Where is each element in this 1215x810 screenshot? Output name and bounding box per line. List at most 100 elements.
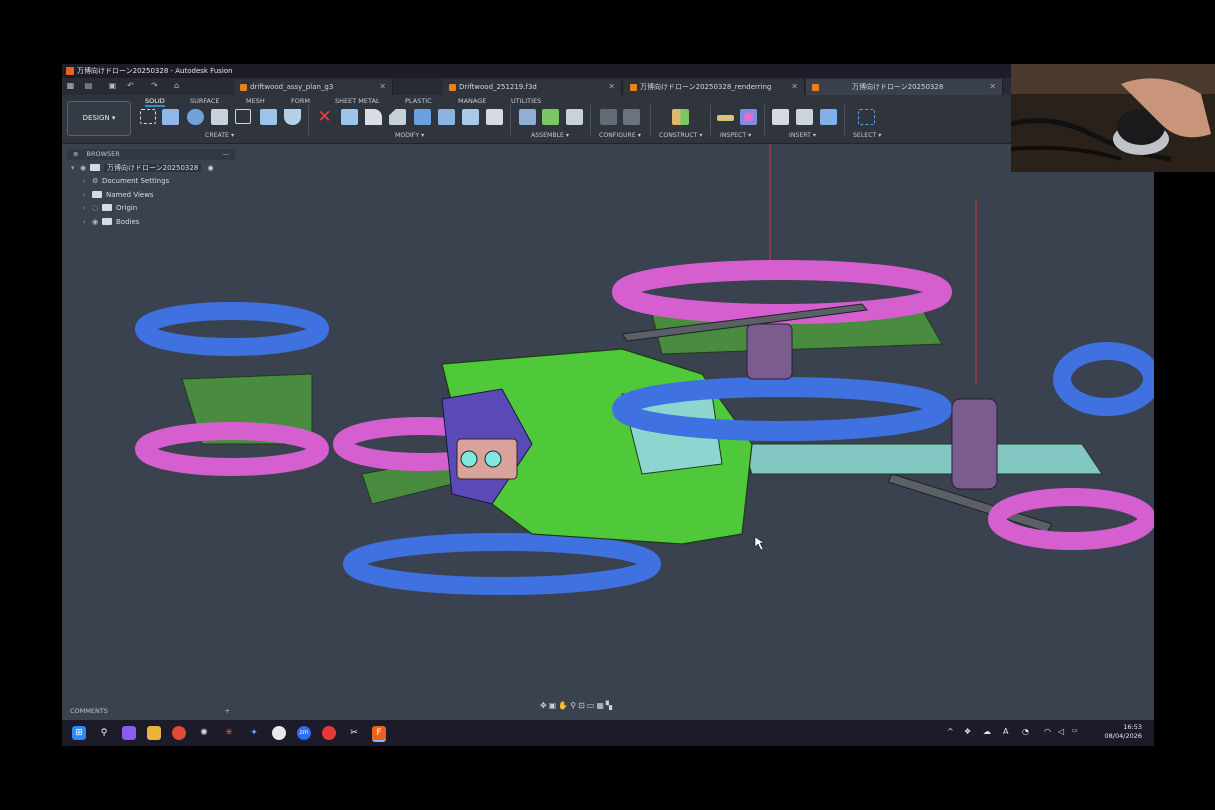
volume-icon[interactable]: ◁	[1058, 727, 1064, 736]
tab-sheet-metal[interactable]: SHEET METAL	[335, 97, 380, 105]
file-menu-icon[interactable]: ▤	[84, 81, 93, 90]
clock-app-icon[interactable]: ◔	[1022, 727, 1029, 736]
dropbox-icon[interactable]: ❖	[964, 727, 971, 736]
pattern-icon[interactable]	[235, 109, 251, 124]
model-viewport[interactable]	[62, 144, 1154, 704]
box-icon[interactable]	[211, 109, 228, 125]
capcut-icon[interactable]: ✂	[347, 726, 361, 740]
combine-icon[interactable]	[260, 109, 277, 125]
shell-modify-icon[interactable]	[414, 109, 431, 125]
select-icon[interactable]	[858, 109, 875, 125]
press-pull-icon[interactable]	[341, 109, 358, 125]
tray-overflow-icon[interactable]: ^	[947, 727, 954, 736]
active-radio-icon[interactable]: ◉	[208, 164, 214, 172]
expand-arrow-icon[interactable]: ›	[83, 191, 92, 199]
configure-table-icon[interactable]	[623, 109, 640, 125]
file-explorer-icon[interactable]	[147, 726, 161, 740]
doc-tab-0[interactable]: driftwood_assy_plan_g3 ✕	[234, 79, 393, 95]
insert-svg-icon[interactable]	[796, 109, 813, 125]
visibility-eye-icon[interactable]: ◉	[92, 218, 102, 226]
group-create[interactable]: CREATE ▾	[205, 132, 234, 139]
copilot-icon[interactable]	[122, 726, 136, 740]
slack-icon[interactable]	[272, 726, 286, 740]
browser-root[interactable]: ▾ ◉ 万博向けドローン20250328 ◉	[71, 163, 214, 173]
pan-icon[interactable]: ✋	[558, 701, 570, 710]
viewports-icon[interactable]: ▚	[606, 701, 614, 710]
home-icon[interactable]: ⌂	[172, 81, 181, 90]
create-sketch-icon[interactable]	[140, 109, 156, 124]
move-copy-icon[interactable]	[462, 109, 479, 125]
save-icon[interactable]: ▣	[108, 81, 117, 90]
workspace-switcher[interactable]: DESIGN ▾	[67, 101, 131, 136]
look-at-icon[interactable]: ▣	[549, 701, 559, 710]
display-settings-icon[interactable]: ▭	[587, 701, 597, 710]
configure-icon[interactable]	[600, 109, 617, 125]
inspect-analysis-icon[interactable]	[740, 109, 757, 125]
tab-utilities[interactable]: UTILITIES	[511, 97, 541, 105]
close-tab-icon[interactable]: ✕	[989, 79, 996, 95]
expand-arrow-icon[interactable]: ›	[83, 177, 92, 185]
visibility-eye-icon[interactable]: ◉	[80, 164, 90, 172]
browser-item-document-settings[interactable]: › ⚙ Document Settings	[83, 177, 169, 185]
tab-plastic[interactable]: PLASTIC	[405, 97, 432, 105]
joint-icon[interactable]	[542, 109, 559, 125]
comments-panel[interactable]: COMMENTS +	[70, 704, 232, 718]
expand-arrow-icon[interactable]: ▾	[71, 164, 80, 172]
undo-icon[interactable]: ↶	[126, 81, 135, 90]
close-tab-icon[interactable]: ✕	[608, 79, 615, 95]
browser-panel-header[interactable]: ⊕ BROWSER —	[67, 149, 235, 160]
construct-plane-icon[interactable]	[672, 109, 689, 125]
font-icon[interactable]: A	[1003, 727, 1008, 736]
group-assemble[interactable]: ASSEMBLE ▾	[531, 132, 569, 139]
gemini-icon[interactable]: ✦	[247, 726, 261, 740]
group-select[interactable]: SELECT ▾	[853, 132, 881, 139]
delete-icon[interactable]: ✕	[316, 109, 333, 126]
tab-surface[interactable]: SURFACE	[190, 97, 220, 105]
fillet-icon[interactable]	[365, 109, 382, 125]
as-built-joint-icon[interactable]	[566, 109, 583, 125]
start-icon[interactable]: ⊞	[72, 726, 86, 740]
doc-tab-2[interactable]: 万博向けドローン20250328_renderring ✕	[624, 79, 805, 95]
shell-icon[interactable]	[284, 109, 301, 125]
fit-icon[interactable]: ⊡	[578, 701, 587, 710]
group-configure[interactable]: CONFIGURE ▾	[599, 132, 641, 139]
group-inspect[interactable]: INSPECT ▾	[720, 132, 751, 139]
group-modify[interactable]: MODIFY ▾	[395, 132, 424, 139]
acrobat-icon[interactable]	[322, 726, 336, 740]
fusion-taskbar-icon[interactable]: F	[372, 726, 386, 742]
extrude-icon[interactable]	[162, 109, 179, 125]
align-icon[interactable]	[486, 109, 503, 125]
claude-icon[interactable]: ✳	[222, 726, 236, 740]
close-tab-icon[interactable]: ✕	[379, 79, 386, 95]
new-component-icon[interactable]	[519, 109, 536, 125]
tab-form[interactable]: FORM	[291, 97, 310, 105]
battery-icon[interactable]: ▭	[1072, 727, 1078, 734]
chamfer-icon[interactable]	[389, 109, 406, 125]
chrome-icon[interactable]	[172, 726, 186, 740]
doc-tab-1[interactable]: Driftwood_251219.f3d ✕	[443, 79, 622, 95]
hidden-eye-icon[interactable]: ◌	[92, 204, 102, 212]
revolve-icon[interactable]	[187, 109, 204, 125]
browser-item-bodies[interactable]: › ◉ Bodies	[83, 218, 139, 226]
close-tab-icon[interactable]: ✕	[791, 79, 798, 95]
orbit-icon[interactable]: ✥	[540, 701, 549, 710]
insert-canvas-icon[interactable]	[820, 109, 837, 125]
grid-menu-icon[interactable]: ▦	[66, 81, 75, 90]
chatgpt-icon[interactable]: ✺	[197, 726, 211, 740]
doc-tab-3[interactable]: 万博向けドローン20250328 ✕	[806, 79, 1003, 95]
zoom-app-icon[interactable]: zm	[297, 726, 311, 740]
search-icon[interactable]: ⚲	[97, 726, 111, 740]
tab-mesh[interactable]: MESH	[246, 97, 265, 105]
split-body-icon[interactable]	[438, 109, 455, 125]
tab-manage[interactable]: MANAGE	[458, 97, 486, 105]
expand-arrow-icon[interactable]: ›	[83, 204, 92, 212]
collapse-browser-icon[interactable]: —	[223, 149, 230, 160]
system-clock[interactable]: 16:53 08/04/2026	[1105, 723, 1142, 741]
onedrive-icon[interactable]: ☁	[983, 727, 991, 736]
measure-icon[interactable]	[717, 115, 734, 121]
group-insert[interactable]: INSERT ▾	[789, 132, 816, 139]
group-construct[interactable]: CONSTRUCT ▾	[659, 132, 703, 139]
grid-settings-icon[interactable]: ▦	[596, 701, 606, 710]
zoom-icon[interactable]: ⚲	[570, 701, 578, 710]
add-comment-icon[interactable]: +	[225, 704, 230, 718]
